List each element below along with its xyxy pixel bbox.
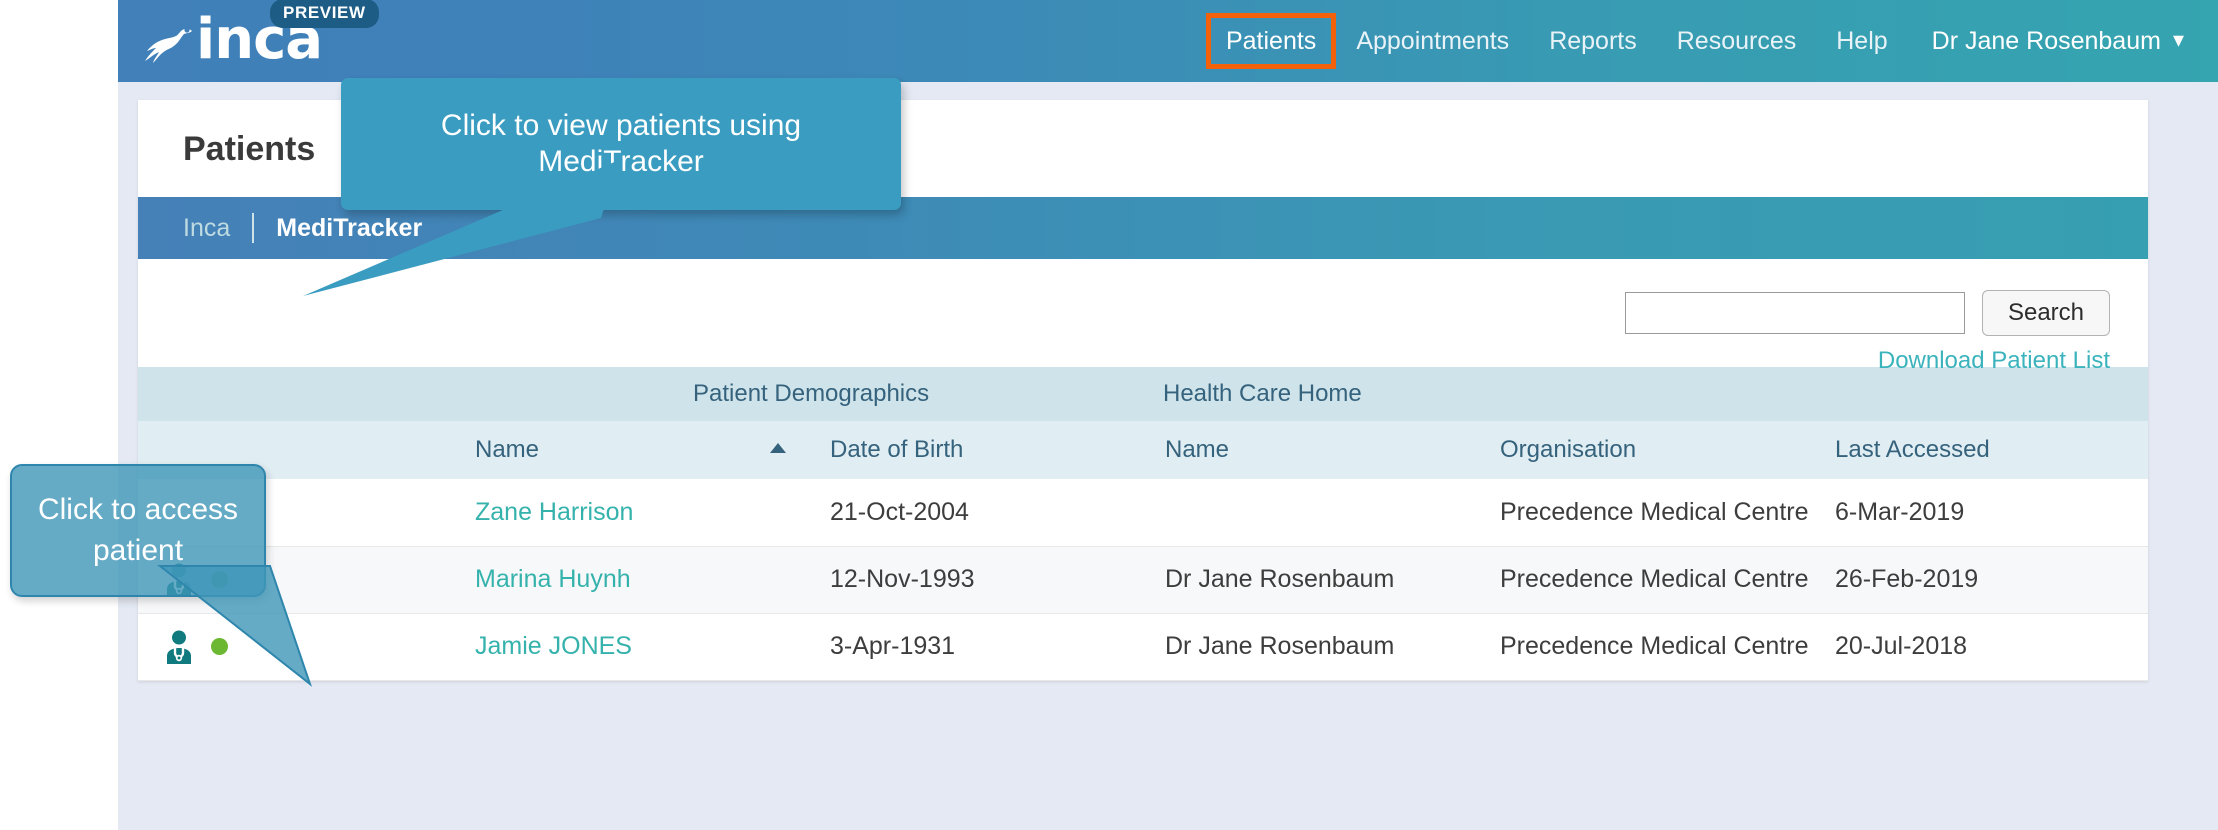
group-header-blank xyxy=(138,367,473,421)
nav-item-reports[interactable]: Reports xyxy=(1529,0,1657,82)
row-date-of-birth: 21-Oct-2004 xyxy=(808,479,1143,547)
column-header-hch-name[interactable]: Name xyxy=(1143,421,1478,479)
nav-item-appointments[interactable]: Appointments xyxy=(1336,0,1529,82)
download-patient-list-link[interactable]: Download Patient List xyxy=(1878,347,2110,375)
column-header-name-label: Name xyxy=(475,436,540,463)
callout-tail-meditracker xyxy=(303,160,619,296)
patient-name-link[interactable]: Marina Huynh xyxy=(475,565,631,593)
main-nav-links: Patients Appointments Reports Resources … xyxy=(1205,0,2190,83)
row-organisation: Precedence Medical Centre xyxy=(1478,546,1813,614)
patient-name-link[interactable]: Zane Harrison xyxy=(475,498,633,526)
nav-item-help[interactable]: Help xyxy=(1816,0,1907,82)
tab-inca[interactable]: Inca xyxy=(183,214,252,243)
nav-item-resources[interactable]: Resources xyxy=(1657,0,1817,82)
column-header-organisation[interactable]: Organisation xyxy=(1478,421,1813,479)
chevron-down-icon: ▾ xyxy=(2172,26,2184,52)
callout-tail-access-patient xyxy=(157,565,313,687)
table-row[interactable]: Zane Harrison 21-Oct-2004 Precedence Med… xyxy=(138,479,2148,547)
column-header-last-accessed[interactable]: Last Accessed xyxy=(1813,421,2148,479)
table-column-header-row: Name Date of Birth Name Organisation Las… xyxy=(138,421,2148,479)
search-button[interactable]: Search xyxy=(1982,290,2110,336)
row-organisation: Precedence Medical Centre xyxy=(1478,613,1813,681)
preview-badge: PREVIEW xyxy=(270,0,379,28)
row-hch-name xyxy=(1143,479,1478,547)
row-date-of-birth: 12-Nov-1993 xyxy=(808,546,1143,614)
row-hch-name: Dr Jane Rosenbaum xyxy=(1143,613,1478,681)
user-name-label: Dr Jane Rosenbaum xyxy=(1931,26,2161,55)
row-patient-name: Marina Huynh xyxy=(473,546,808,614)
row-last-accessed: 20-Jul-2018 xyxy=(1813,613,2148,681)
user-menu[interactable]: Dr Jane Rosenbaum ▾ xyxy=(1908,0,2190,83)
table-group-header-row: Patient Demographics Health Care Home xyxy=(138,367,2148,421)
nav-item-patients[interactable]: Patients xyxy=(1205,0,1337,82)
column-header-date-of-birth[interactable]: Date of Birth xyxy=(808,421,1143,479)
row-patient-name: Jamie JONES xyxy=(473,613,808,681)
row-hch-name: Dr Jane Rosenbaum xyxy=(1143,546,1478,614)
patient-name-link[interactable]: Jamie JONES xyxy=(475,632,632,660)
subnav-divider xyxy=(252,213,255,243)
search-input[interactable] xyxy=(1625,292,1965,334)
sort-ascending-icon xyxy=(770,443,786,453)
row-patient-name: Zane Harrison xyxy=(473,479,808,547)
app-logo[interactable]: inca PREVIEW xyxy=(134,0,424,80)
row-last-accessed: 26-Feb-2019 xyxy=(1813,546,2148,614)
group-header-health-care-home: Health Care Home xyxy=(1143,367,2148,421)
top-navigation-bar: inca PREVIEW Patients Appointments Repor… xyxy=(118,0,2218,82)
row-last-accessed: 6-Mar-2019 xyxy=(1813,479,2148,547)
callout-meditracker: Click to view patients using MediTracker xyxy=(303,78,901,296)
callout-access-patient: Click to access patient xyxy=(10,464,313,687)
group-header-patient-demographics: Patient Demographics xyxy=(473,367,1143,421)
column-header-name[interactable]: Name xyxy=(473,421,808,479)
row-organisation: Precedence Medical Centre xyxy=(1478,479,1813,547)
bird-icon xyxy=(145,27,192,63)
row-date-of-birth: 3-Apr-1931 xyxy=(808,613,1143,681)
